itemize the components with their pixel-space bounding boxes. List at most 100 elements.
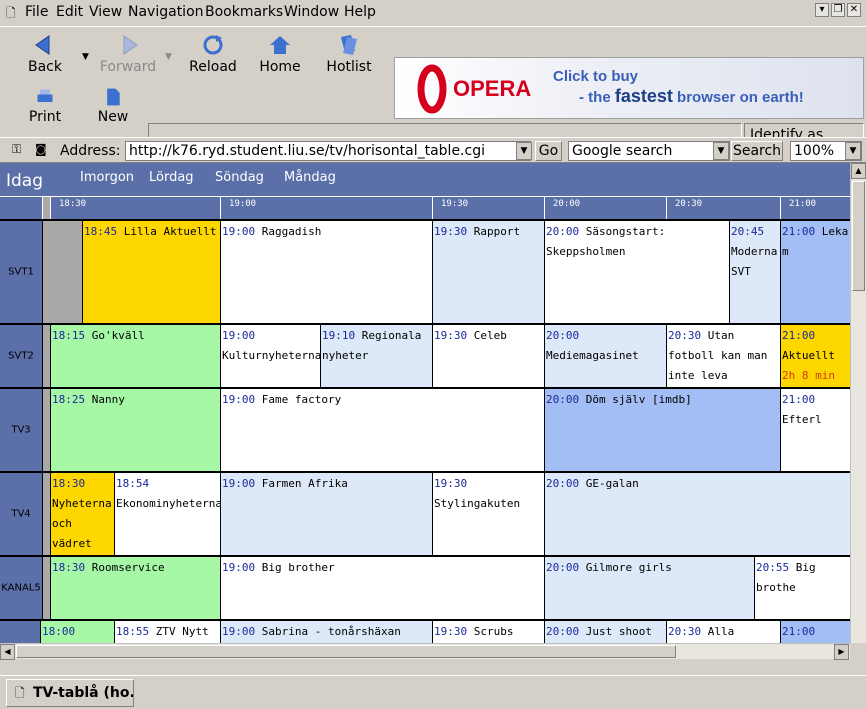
new-page-button[interactable]: New <box>81 87 145 125</box>
menu-bookmarks[interactable]: Bookmarks <box>205 4 283 20</box>
back-dropdown-icon[interactable]: ▼ <box>82 52 89 62</box>
forward-dropdown-icon[interactable]: ▼ <box>165 52 172 62</box>
opera-ad-banner[interactable]: OPERA Click to buy - the fastest browser… <box>394 57 864 119</box>
camera-icon[interactable]: ◙ <box>35 142 47 156</box>
program-title[interactable]: Sabrina - tonårshäxan <box>262 625 401 638</box>
program-title[interactable]: Farmen Afrika <box>262 477 348 490</box>
reload-label: Reload <box>189 59 237 75</box>
program-cell[interactable]: 21:00 Efterl <box>780 387 850 471</box>
program-cell[interactable]: 19:00 Raggadish <box>220 219 432 323</box>
scroll-up-icon[interactable]: ▲ <box>851 163 866 179</box>
program-cell[interactable]: 19:10 Regionala nyheter <box>320 323 432 387</box>
program-cell[interactable]: 18:30 Nyheterna och vädret <box>50 471 114 555</box>
program-title[interactable]: Moderna SVT <box>731 245 777 278</box>
program-cell[interactable]: 20:00 Gilmore girls <box>544 555 754 619</box>
scroll-left-icon[interactable]: ◀ <box>0 644 15 660</box>
program-title[interactable]: Gilmore girls <box>586 561 672 574</box>
url-dropdown-icon[interactable]: ▼ <box>516 142 532 160</box>
program-cell[interactable]: 18:45 Lilla Aktuellt <box>82 219 220 323</box>
scroll-right-icon[interactable]: ▶ <box>834 644 849 660</box>
go-button[interactable]: Go <box>535 141 562 161</box>
tab-title: TV-tablå (ho... <box>33 685 133 701</box>
program-cell[interactable]: 18:25 Nanny <box>50 387 220 471</box>
program-title[interactable]: Stylingakuten <box>434 497 520 510</box>
url-input[interactable]: http://k76.ryd.student.liu.se/tv/horison… <box>125 141 531 161</box>
vertical-scrollbar[interactable]: ▲ ▼ <box>850 163 866 659</box>
menu-edit[interactable]: Edit <box>56 4 83 20</box>
program-start-time: 19:00 <box>222 625 256 638</box>
channel-label[interactable]: TV3 <box>0 387 42 471</box>
day-saturday[interactable]: Lördag <box>149 170 194 185</box>
restore-icon[interactable]: ❐ <box>831 3 845 17</box>
zoom-dropdown-icon[interactable]: ▼ <box>845 142 861 160</box>
program-cell[interactable]: 20:00 Säsongstart: Skeppsholmen <box>544 219 729 323</box>
reload-button[interactable]: Reload <box>181 33 245 75</box>
program-title[interactable]: Scrubs <box>474 625 514 638</box>
day-tomorrow[interactable]: Imorgon <box>80 170 134 185</box>
minimize-icon[interactable]: ▾ <box>815 3 829 17</box>
program-cell[interactable]: 19:30 Rapport <box>432 219 544 323</box>
program-cell[interactable]: 21:00 Aktuellt 2h 8 min <box>780 323 850 387</box>
program-title[interactable]: Nyheterna och vädret <box>52 497 112 550</box>
program-title[interactable]: Celeb <box>474 329 507 342</box>
program-title[interactable]: Nanny <box>92 393 125 406</box>
program-title[interactable]: Ekonominyheterna <box>116 497 220 510</box>
program-title[interactable]: Efterl <box>782 413 822 426</box>
menu-file[interactable]: File <box>25 4 48 20</box>
print-button[interactable]: Print <box>13 87 77 125</box>
program-title[interactable]: Big brother <box>262 561 335 574</box>
home-button[interactable]: Home <box>248 33 312 75</box>
program-cell[interactable]: 18:15 Go'kväll <box>50 323 220 387</box>
vertical-scroll-thumb[interactable] <box>852 181 865 291</box>
program-cell[interactable]: 18:30 Roomservice <box>50 555 220 619</box>
forward-button[interactable]: Forward <box>96 33 160 75</box>
search-engine-dropdown-icon[interactable]: ▼ <box>713 142 729 160</box>
search-button[interactable]: Search <box>731 141 783 161</box>
search-engine-select[interactable]: Google search <box>568 141 730 161</box>
program-cell[interactable]: 19:30 Stylingakuten <box>432 471 544 555</box>
channel-label[interactable]: SVT1 <box>0 219 42 323</box>
back-button[interactable]: Back <box>13 33 77 75</box>
horizontal-scrollbar[interactable]: ◀ ▶ <box>0 643 850 660</box>
menu-view[interactable]: View <box>89 4 122 20</box>
channel-label[interactable]: TV4 <box>0 471 42 555</box>
hotlist-button[interactable]: Hotlist <box>317 33 381 75</box>
program-title[interactable]: Aktuellt <box>782 349 835 362</box>
program-cell[interactable]: 20:30 Utan fotboll kan man inte leva <box>666 323 780 387</box>
program-cell[interactable]: 20:55 Big brothe <box>754 555 850 619</box>
security-icon[interactable]: ⚿ <box>12 142 21 157</box>
program-title[interactable]: Rapport <box>474 225 520 238</box>
program-title[interactable]: Kulturnyheterna <box>222 349 320 362</box>
page-tab[interactable]: 🗋 TV-tablå (ho... <box>6 679 134 707</box>
day-sunday[interactable]: Söndag <box>215 170 264 185</box>
day-monday[interactable]: Måndag <box>284 170 336 185</box>
channel-label[interactable]: KANAL5 <box>0 555 42 619</box>
program-title[interactable]: Mediemagasinet <box>546 349 639 362</box>
close-icon[interactable]: ✕ <box>847 3 861 17</box>
program-title[interactable]: GE-galan <box>586 477 639 490</box>
menu-window[interactable]: Window <box>284 4 339 20</box>
program-cell[interactable]: 18:54 Ekonominyheterna <box>114 471 220 555</box>
program-cell[interactable]: 20:00 Mediemagasinet <box>544 323 666 387</box>
day-today[interactable]: Idag <box>6 171 43 191</box>
program-cell[interactable]: 19:00 Fame factory <box>220 387 544 471</box>
program-title[interactable]: Fame factory <box>262 393 341 406</box>
program-cell[interactable]: 20:00 Döm själv [imdb] <box>544 387 780 471</box>
program-title[interactable]: Roomservice <box>92 561 165 574</box>
program-cell[interactable]: 21:00 Leka m <box>780 219 850 323</box>
program-title[interactable]: Döm själv [imdb] <box>586 393 692 406</box>
channel-label[interactable]: SVT2 <box>0 323 42 387</box>
program-cell[interactable]: 19:00 Kulturnyheterna <box>220 323 320 387</box>
program-cell[interactable]: 20:00 GE-galan <box>544 471 850 555</box>
program-cell[interactable]: 19:00 Big brother <box>220 555 544 619</box>
program-cell[interactable]: 19:30 Celeb <box>432 323 544 387</box>
menu-help[interactable]: Help <box>344 4 376 20</box>
program-title[interactable]: Raggadish <box>262 225 322 238</box>
menu-navigation[interactable]: Navigation <box>128 4 204 20</box>
program-title[interactable]: ZTV Nytt <box>156 625 209 638</box>
program-cell[interactable]: 19:00 Farmen Afrika <box>220 471 432 555</box>
program-title[interactable]: Lilla Aktuellt <box>124 225 217 238</box>
program-cell[interactable]: 20:45 Moderna SVT <box>729 219 780 323</box>
horizontal-scroll-thumb[interactable] <box>16 645 676 658</box>
program-title[interactable]: Go'kväll <box>92 329 145 342</box>
